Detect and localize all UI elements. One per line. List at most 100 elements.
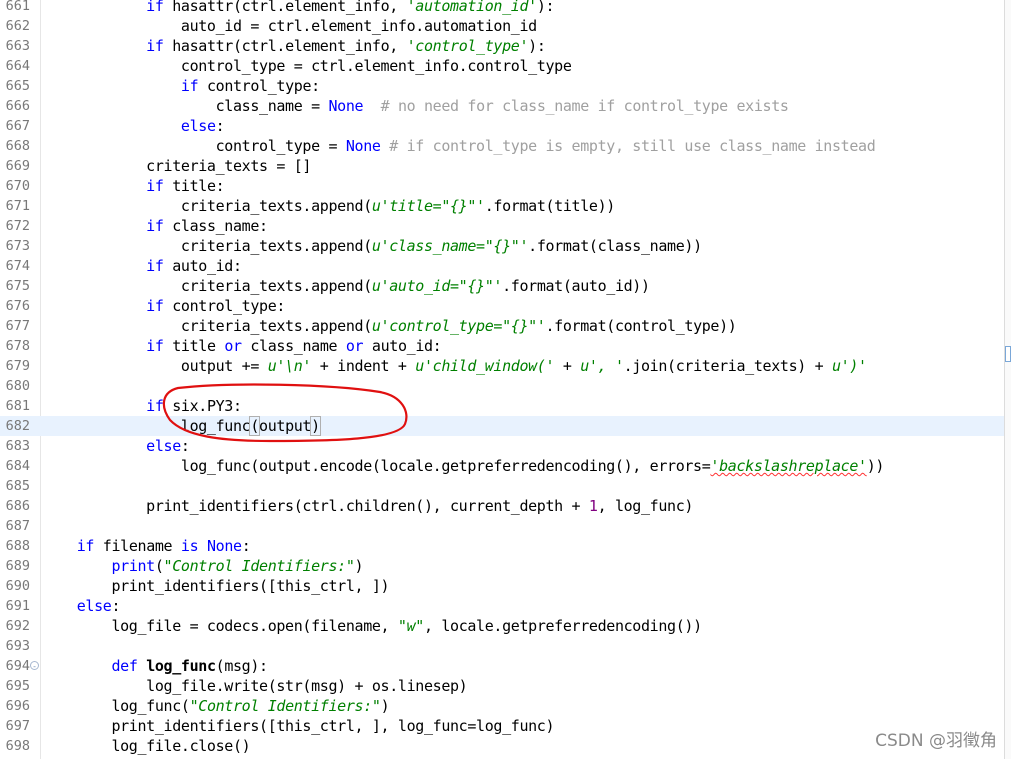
code-line[interactable]: 692 log_file = codecs.open(filename, "w"… — [0, 616, 1005, 636]
code-text[interactable]: auto_id = ctrl.element_info.automation_i… — [42, 16, 537, 36]
code-line[interactable]: 665 if control_type: — [0, 76, 1005, 96]
code-line[interactable]: 677 criteria_texts.append(u'control_type… — [0, 316, 1005, 336]
code-text[interactable]: if hasattr(ctrl.element_info, 'control_t… — [42, 36, 546, 56]
code-text[interactable]: if auto_id: — [42, 256, 242, 276]
token-bracket: ( — [249, 416, 260, 436]
code-line[interactable]: 694- def log_func(msg): — [0, 656, 1005, 676]
code-text[interactable]: if title or class_name or auto_id: — [42, 336, 442, 356]
code-text[interactable]: def log_func(msg): — [42, 656, 268, 676]
code-text[interactable]: print_identifiers(ctrl.children(), curre… — [42, 496, 693, 516]
line-number: 669 — [5, 158, 30, 174]
code-text[interactable]: if class_name: — [42, 216, 268, 236]
code-line[interactable]: 687 — [0, 516, 1005, 536]
code-text[interactable]: control_type = ctrl.element_info.control… — [42, 56, 572, 76]
code-text[interactable]: criteria_texts.append(u'title="{}"'.form… — [42, 196, 615, 216]
text-cursor — [319, 417, 321, 434]
code-text[interactable]: criteria_texts = [] — [42, 156, 311, 176]
code-line[interactable]: 667 else: — [0, 116, 1005, 136]
code-text[interactable]: output += u'\n' + indent + u'child_windo… — [42, 356, 867, 376]
code-text[interactable]: print_identifiers([this_ctrl, ]) — [42, 576, 389, 596]
code-line[interactable]: 669 criteria_texts = [] — [0, 156, 1005, 176]
token-kw: None — [206, 537, 242, 555]
token-str: "Control Identifiers:" — [189, 697, 381, 715]
code-line[interactable]: 682 log_func(output) — [0, 416, 1005, 436]
code-line[interactable]: 685 — [0, 476, 1005, 496]
token: .join(criteria_texts) + — [623, 357, 832, 375]
code-text[interactable]: log_func(output.encode(locale.getpreferr… — [42, 456, 885, 476]
code-line[interactable]: 691 else: — [0, 596, 1005, 616]
token-kw: None — [345, 137, 381, 155]
overview-ruler-marker[interactable] — [1005, 346, 1011, 362]
code-line[interactable]: 661 if hasattr(ctrl.element_info, 'autom… — [0, 0, 1005, 16]
code-text[interactable]: print("Control Identifiers:") — [42, 556, 363, 576]
code-line[interactable]: 683 else: — [0, 436, 1005, 456]
code-text[interactable]: control_type = None # if control_type is… — [42, 136, 876, 156]
code-line[interactable]: 663 if hasattr(ctrl.element_info, 'contr… — [0, 36, 1005, 56]
code-line[interactable]: 666 class_name = None # no need for clas… — [0, 96, 1005, 116]
line-number: 678 — [5, 338, 30, 354]
line-number: 683 — [5, 438, 30, 454]
code-editor[interactable]: 661 if hasattr(ctrl.element_info, 'autom… — [0, 0, 1011, 759]
line-number: 686 — [5, 498, 30, 514]
code-line[interactable]: 674 if auto_id: — [0, 256, 1005, 276]
code-text[interactable]: criteria_texts.append(u'control_type="{}… — [42, 316, 737, 336]
code-text[interactable]: criteria_texts.append(u'class_name="{}"'… — [42, 236, 702, 256]
code-line[interactable]: 672 if class_name: — [0, 216, 1005, 236]
code-line[interactable]: 697 print_identifiers([this_ctrl, ], log… — [0, 716, 1005, 736]
code-text[interactable]: if control_type: — [42, 76, 320, 96]
code-line[interactable]: 670 if title: — [0, 176, 1005, 196]
line-number: 692 — [5, 618, 30, 634]
code-text[interactable]: if title: — [42, 176, 224, 196]
code-text[interactable]: class_name = None # no need for class_na… — [42, 96, 789, 116]
code-text[interactable]: log_file.close() — [42, 736, 250, 756]
code-text[interactable]: log_file.write(str(msg) + os.linesep) — [42, 676, 468, 696]
line-number: 690 — [5, 578, 30, 594]
code-line[interactable]: 668 control_type = None # if control_typ… — [0, 136, 1005, 156]
token: : — [111, 597, 121, 615]
code-line[interactable]: 679 output += u'\n' + indent + u'child_w… — [0, 356, 1005, 376]
token: control_type: — [198, 77, 320, 95]
code-text[interactable]: else: — [42, 596, 121, 616]
code-text[interactable]: criteria_texts.append(u'auto_id="{}"'.fo… — [42, 276, 650, 296]
code-line[interactable]: 696 log_func("Control Identifiers:") — [0, 696, 1005, 716]
code-text[interactable]: else: — [42, 436, 190, 456]
line-number: 681 — [5, 398, 30, 414]
token: )) — [866, 457, 885, 475]
code-text[interactable]: log_func(output) — [42, 416, 321, 436]
code-line[interactable]: 681 if six.PY3: — [0, 396, 1005, 416]
code-line[interactable]: 689 print("Control Identifiers:") — [0, 556, 1005, 576]
line-number: 679 — [5, 358, 30, 374]
code-line[interactable]: 686 print_identifiers(ctrl.children(), c… — [0, 496, 1005, 516]
code-text[interactable]: if six.PY3: — [42, 396, 242, 416]
code-line[interactable]: 662 auto_id = ctrl.element_info.automati… — [0, 16, 1005, 36]
vertical-scrollbar[interactable] — [1004, 0, 1011, 759]
code-text[interactable]: log_func("Control Identifiers:") — [42, 696, 389, 716]
code-line[interactable]: 690 print_identifiers([this_ctrl, ]) — [0, 576, 1005, 596]
code-text[interactable]: if filename is None: — [42, 536, 251, 556]
code-line[interactable]: 680 — [0, 376, 1005, 396]
code-text[interactable]: print_identifiers([this_ctrl, ], log_fun… — [42, 716, 554, 736]
code-line[interactable]: 673 criteria_texts.append(u'class_name="… — [0, 236, 1005, 256]
code-line[interactable]: 676 if control_type: — [0, 296, 1005, 316]
fold-toggle-icon[interactable]: - — [30, 661, 39, 671]
code-text[interactable]: log_file = codecs.open(filename, "w", lo… — [42, 616, 702, 636]
code-line[interactable]: 698 log_file.close() — [0, 736, 1005, 756]
code-line[interactable]: 671 criteria_texts.append(u'title="{}"'.… — [0, 196, 1005, 216]
line-number: 682 — [5, 418, 30, 434]
token: print_identifiers([this_ctrl, ], log_fun… — [42, 717, 555, 735]
code-line[interactable]: 675 criteria_texts.append(u'auto_id="{}"… — [0, 276, 1005, 296]
line-number: 676 — [5, 298, 30, 314]
code-line[interactable]: 695 log_file.write(str(msg) + os.linesep… — [0, 676, 1005, 696]
code-line[interactable]: 684 log_func(output.encode(locale.getpre… — [0, 456, 1005, 476]
code-line[interactable]: 693 — [0, 636, 1005, 656]
code-line[interactable]: 664 control_type = ctrl.element_info.con… — [0, 56, 1005, 76]
code-line[interactable]: 688 if filename is None: — [0, 536, 1005, 556]
code-line[interactable]: 678 if title or class_name or auto_id: — [0, 336, 1005, 356]
token-str: u'auto_id="{}"' — [371, 277, 503, 295]
code-text[interactable]: if hasattr(ctrl.element_info, 'automatio… — [42, 0, 554, 16]
code-text[interactable]: else: — [42, 116, 225, 136]
code-text[interactable]: if control_type: — [42, 296, 285, 316]
